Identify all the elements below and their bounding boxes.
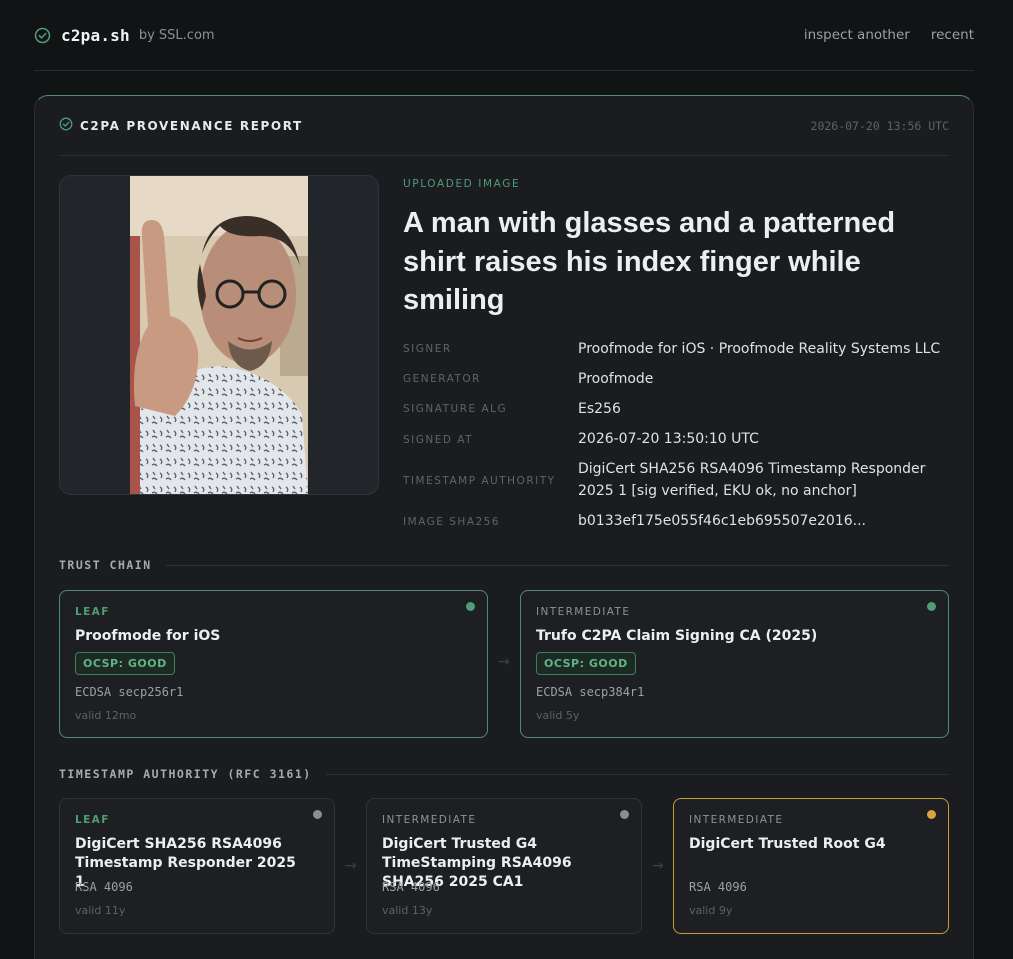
- brand-name: c2pa.sh: [61, 25, 130, 45]
- cert-validity: valid 11y: [75, 904, 126, 917]
- tsa-leaf-cert[interactable]: LEAF DigiCert SHA256 RSA4096 Timestamp R…: [59, 798, 335, 934]
- arrow-right-icon: →: [498, 654, 510, 670]
- cert-algorithm: RSA 4096: [75, 880, 133, 894]
- cert-role: INTERMEDIATE: [536, 606, 631, 618]
- cert-validity: valid 5y: [536, 709, 580, 722]
- uploaded-image: [130, 176, 308, 494]
- ocsp-status-badge: OCSP: GOOD: [75, 652, 175, 675]
- generator-value: Proofmode: [578, 371, 654, 387]
- provenance-report-card: C2PA PROVENANCE REPORT 2026-07-20 13:56 …: [34, 95, 974, 959]
- cert-name: DigiCert Trusted Root G4: [689, 836, 886, 852]
- cert-algorithm: ECDSA secp384r1: [536, 685, 645, 699]
- cert-algorithm: ECDSA secp256r1: [75, 685, 184, 699]
- cert-validity: valid 13y: [382, 904, 433, 917]
- section-divider: [325, 773, 949, 775]
- image-description-title: A man with glasses and a patterned shirt…: [403, 207, 896, 316]
- cert-name: Trufo C2PA Claim Signing CA (2025): [536, 628, 818, 644]
- report-title: C2PA PROVENANCE REPORT: [80, 118, 303, 133]
- top-nav: inspect another recent: [804, 27, 974, 43]
- generator-label: GENERATOR: [403, 373, 481, 385]
- ocsp-status-badge: OCSP: GOOD: [536, 652, 636, 675]
- top-bar: c2pa.sh by SSL.com inspect another recen…: [34, 0, 974, 71]
- cert-role: INTERMEDIATE: [382, 814, 477, 826]
- signer-label: SIGNER: [403, 343, 452, 355]
- signed-at-label: SIGNED AT: [403, 434, 474, 446]
- cert-role: INTERMEDIATE: [689, 814, 784, 826]
- section-divider: [165, 564, 949, 566]
- inspect-another-link[interactable]: inspect another: [804, 27, 910, 43]
- signature-alg-value: Es256: [578, 401, 621, 417]
- timestamp-authority-title: TIMESTAMP AUTHORITY (RFC 3161): [59, 767, 312, 781]
- status-dot-icon: [313, 810, 322, 819]
- brand-byline: by SSL.com: [138, 27, 215, 43]
- cert-algorithm: RSA 4096: [382, 880, 440, 894]
- image-sha256-value: b0133ef175e055f46c1eb695507e2016...: [578, 513, 866, 529]
- cert-name: Proofmode for iOS: [75, 628, 221, 644]
- signer-value: Proofmode for iOS · Proofmode Reality Sy…: [578, 341, 941, 357]
- cert-algorithm: RSA 4096: [689, 880, 747, 894]
- uploaded-image-label: UPLOADED IMAGE: [403, 178, 521, 190]
- brand[interactable]: c2pa.sh by SSL.com: [34, 26, 215, 45]
- timestamp-authority-label: TIMESTAMP AUTHORITY: [403, 475, 556, 487]
- timestamp-authority-header: TIMESTAMP AUTHORITY (RFC 3161): [59, 767, 949, 781]
- tsa-root-cert[interactable]: INTERMEDIATE DigiCert Trusted Root G4 RS…: [673, 798, 949, 934]
- arrow-right-icon: →: [652, 858, 664, 874]
- report-header: C2PA PROVENANCE REPORT 2026-07-20 13:56 …: [59, 96, 949, 156]
- trust-chain-header: TRUST CHAIN: [59, 558, 949, 572]
- uploaded-image-frame: [59, 175, 379, 495]
- signed-at-value: 2026-07-20 13:50:10 UTC: [578, 431, 759, 447]
- tsa-intermediate-cert[interactable]: INTERMEDIATE DigiCert Trusted G4 TimeSta…: [366, 798, 642, 934]
- recent-link[interactable]: recent: [931, 27, 974, 43]
- trust-chain-title: TRUST CHAIN: [59, 558, 152, 572]
- cert-validity: valid 12mo: [75, 709, 137, 722]
- trust-chain-intermediate-cert[interactable]: INTERMEDIATE Trufo C2PA Claim Signing CA…: [520, 590, 949, 738]
- arrow-right-icon: →: [345, 858, 357, 874]
- check-circle-icon: [34, 27, 51, 44]
- image-sha256-label: IMAGE SHA256: [403, 516, 501, 528]
- cert-validity: valid 9y: [689, 904, 733, 917]
- check-circle-icon: [59, 116, 73, 135]
- report-timestamp: 2026-07-20 13:56 UTC: [810, 118, 949, 133]
- timestamp-authority-value: DigiCert SHA256 RSA4096 Timestamp Respon…: [578, 461, 926, 499]
- status-dot-icon: [466, 602, 475, 611]
- status-dot-icon: [927, 810, 936, 819]
- trust-chain-leaf-cert[interactable]: LEAF Proofmode for iOS OCSP: GOOD ECDSA …: [59, 590, 488, 738]
- cert-role: LEAF: [75, 606, 110, 618]
- status-dot-icon: [927, 602, 936, 611]
- cert-role: LEAF: [75, 814, 110, 826]
- status-dot-icon: [620, 810, 629, 819]
- signature-alg-label: SIGNATURE ALG: [403, 403, 508, 415]
